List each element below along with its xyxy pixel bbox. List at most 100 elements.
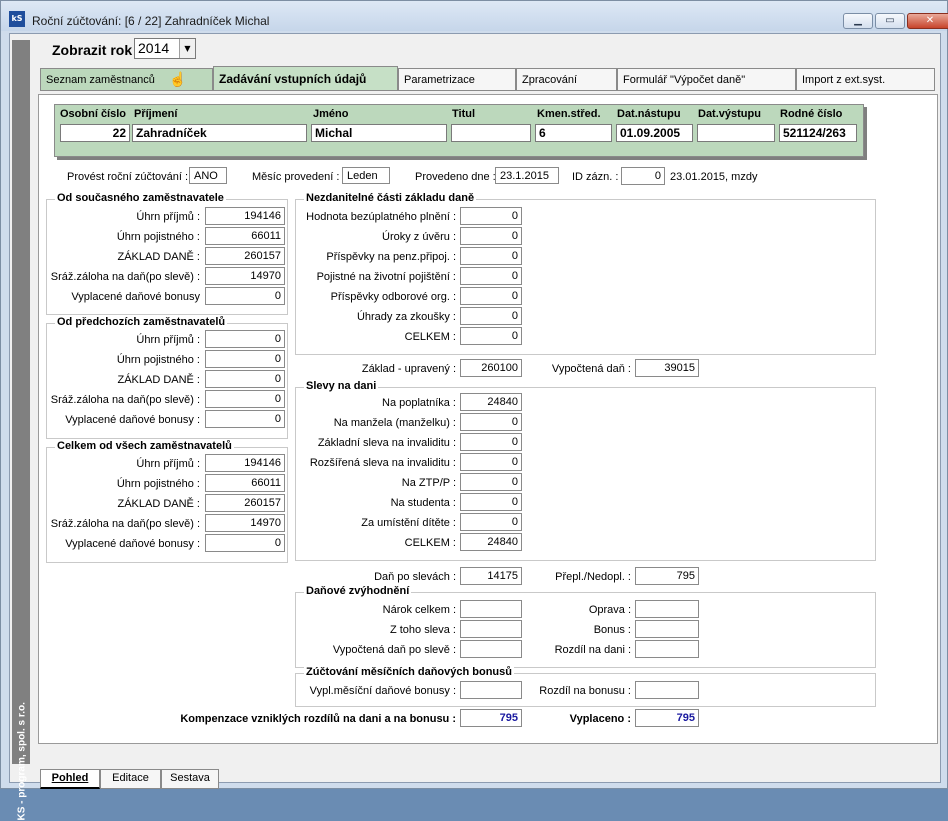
- minimize-button[interactable]: ▁: [843, 13, 873, 29]
- kmen-field[interactable]: 6: [535, 124, 612, 142]
- mesic-field[interactable]: Leden: [342, 167, 390, 184]
- rc-field[interactable]: 521124/263: [779, 124, 857, 142]
- value-field[interactable]: 0: [460, 287, 522, 305]
- rozdil-bonus-field[interactable]: [635, 681, 699, 699]
- vystup-field[interactable]: [697, 124, 775, 142]
- dan-po-slevach-field[interactable]: 14175: [460, 567, 522, 585]
- field-label: ZÁKLAD DANĚ :: [117, 374, 200, 386]
- zaklad-field[interactable]: 260100: [460, 359, 522, 377]
- field-label: Úhrn příjmů :: [136, 458, 200, 470]
- zaklad-label: Základ - upravený :: [361, 363, 456, 375]
- value-field[interactable]: [460, 640, 522, 658]
- value-field[interactable]: 0: [460, 307, 522, 325]
- os-cislo-field[interactable]: 22: [60, 124, 130, 142]
- value-field[interactable]: [460, 620, 522, 638]
- value-field[interactable]: 24840: [460, 393, 522, 411]
- close-button[interactable]: ✕: [907, 13, 948, 29]
- field-label: CELKEM :: [404, 537, 456, 549]
- chevron-down-icon[interactable]: ▼: [179, 39, 195, 58]
- value-field[interactable]: 14970: [205, 514, 285, 532]
- field-label: Základní sleva na invaliditu :: [317, 437, 456, 449]
- value-field[interactable]: 0: [205, 370, 285, 388]
- value-field[interactable]: [635, 600, 699, 618]
- maximize-button[interactable]: ▭: [875, 13, 905, 29]
- group-title: Zúčtování měsíčních daňových bonusů: [304, 666, 514, 678]
- title-bar: kS Roční zúčtování: [6 / 22] Zahradníček…: [1, 1, 948, 31]
- value-field[interactable]: 14970: [205, 267, 285, 285]
- field-label: Příspěvky odborové org. :: [330, 291, 456, 303]
- kompenzace-field[interactable]: 795: [460, 709, 522, 727]
- tab-label: Parametrizace: [404, 74, 475, 86]
- titul-field[interactable]: [451, 124, 531, 142]
- prijmeni-field[interactable]: Zahradníček: [132, 124, 307, 142]
- nastup-field[interactable]: 01.09.2005: [616, 124, 693, 142]
- year-label: Zobrazit rok: [52, 42, 133, 58]
- tab-sestava[interactable]: Sestava: [161, 769, 219, 789]
- group-slevy: Slevy na dani: [295, 380, 876, 561]
- tab-formular-vypocet-dane[interactable]: Formulář "Výpočet daně": [617, 68, 796, 91]
- value-field[interactable]: 0: [460, 413, 522, 431]
- value-field[interactable]: 24840: [460, 533, 522, 551]
- label-nastup: Dat.nástupu: [617, 108, 681, 120]
- tab-parametrizace[interactable]: Parametrizace: [398, 68, 516, 91]
- tab-zpracovani[interactable]: Zpracování: [516, 68, 617, 91]
- year-select[interactable]: 2014 ▼: [134, 38, 196, 59]
- value-field[interactable]: 0: [460, 207, 522, 225]
- value-field[interactable]: 0: [460, 267, 522, 285]
- label-vystup: Dat.výstupu: [698, 108, 761, 120]
- tab-seznam-zamestnancu[interactable]: Seznam zaměstnanců ☝: [40, 68, 213, 91]
- value-field[interactable]: [635, 620, 699, 638]
- value-field[interactable]: 260157: [205, 494, 285, 512]
- vypl-bonusy-field[interactable]: [460, 681, 522, 699]
- group-title: Od současného zaměstnavatele: [55, 192, 226, 204]
- id-field[interactable]: 0: [621, 167, 665, 185]
- value-field[interactable]: 0: [460, 327, 522, 345]
- vendor-sidebar: KS - program, spol. s r.o.: [12, 40, 30, 821]
- value-field[interactable]: 0: [205, 330, 285, 348]
- year-value: 2014: [138, 40, 170, 56]
- tab-import[interactable]: Import z ext.syst.: [796, 68, 935, 91]
- value-field[interactable]: 0: [460, 227, 522, 245]
- tab-zadavani-vstupnich-udaju[interactable]: Zadávání vstupních údajů: [213, 66, 398, 91]
- value-field[interactable]: 0: [205, 534, 285, 552]
- value-field[interactable]: 0: [205, 350, 285, 368]
- application-window: kS Roční zúčtování: [6 / 22] Zahradníček…: [0, 0, 948, 821]
- value-field[interactable]: 0: [460, 247, 522, 265]
- tab-pohled[interactable]: Pohled: [40, 769, 100, 789]
- value-field[interactable]: 0: [460, 453, 522, 471]
- field-label: Příspěvky na penz.připoj. :: [326, 251, 456, 263]
- value-field[interactable]: 0: [205, 390, 285, 408]
- label-titul: Titul: [452, 108, 476, 120]
- field-label: Oprava :: [588, 604, 631, 616]
- group-title: Od předchozích zaměstnavatelů: [55, 316, 228, 328]
- vyplaceno-field[interactable]: 795: [635, 709, 699, 727]
- value-field[interactable]: 260157: [205, 247, 285, 265]
- vypoctena-dan-field[interactable]: 39015: [635, 359, 699, 377]
- field-label: Na ZTP/P :: [401, 477, 456, 489]
- value-field[interactable]: 0: [460, 513, 522, 531]
- group-title: Slevy na dani: [304, 380, 379, 392]
- value-field[interactable]: 66011: [205, 227, 285, 245]
- field-label: Za umístění dítěte :: [361, 517, 456, 529]
- field-label: Rozdíl na dani :: [554, 644, 631, 656]
- provest-field[interactable]: ANO: [189, 167, 227, 184]
- tab-label: Zadávání vstupních údajů: [219, 72, 367, 86]
- value-field[interactable]: 66011: [205, 474, 285, 492]
- tab-editace[interactable]: Editace: [100, 769, 161, 789]
- value-field[interactable]: 0: [205, 287, 285, 305]
- kompenzace-label: Kompenzace vzniklých rozdílů na dani a n…: [180, 713, 456, 725]
- value-field[interactable]: 194146: [205, 207, 285, 225]
- provedeno-field[interactable]: 23.1.2015: [495, 167, 559, 184]
- value-field[interactable]: 0: [205, 410, 285, 428]
- tab-label: Formulář "Výpočet daně": [623, 74, 746, 86]
- value-field[interactable]: 0: [460, 433, 522, 451]
- prepl-field[interactable]: 795: [635, 567, 699, 585]
- value-field[interactable]: 194146: [205, 454, 285, 472]
- value-field[interactable]: 0: [460, 473, 522, 491]
- value-field[interactable]: [635, 640, 699, 658]
- jmeno-field[interactable]: Michal: [311, 124, 447, 142]
- value-field[interactable]: 0: [460, 493, 522, 511]
- tab-label: Import z ext.syst.: [802, 74, 886, 86]
- field-label: Úhrady za zkoušky :: [356, 311, 456, 323]
- value-field[interactable]: [460, 600, 522, 618]
